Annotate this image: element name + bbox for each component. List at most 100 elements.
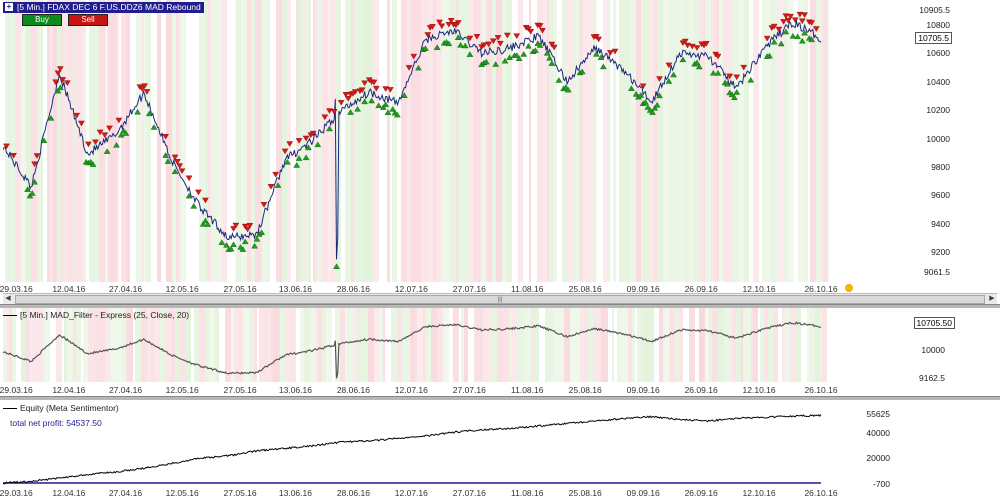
date-tick-label: 12.04.16 — [52, 385, 86, 395]
sell-button[interactable]: Sell — [68, 14, 108, 26]
last-filter-label: 10705.50 — [913, 317, 955, 329]
equity-plot-area[interactable] — [3, 400, 829, 486]
sell-marker — [740, 64, 748, 71]
sell-marker — [337, 100, 345, 106]
date-tick-label: 26.09.16 — [684, 488, 718, 498]
buy-marker — [218, 239, 226, 245]
filter-date-axis: 29.03.16 12.04.16 27.04.16 12.05.16 27.05.16… — [0, 384, 1000, 396]
price-y-tick-label: 9400 — [931, 218, 950, 229]
buy-marker — [415, 64, 422, 71]
equity-legend[interactable]: Equity (Meta Sentimentor) — [3, 403, 119, 413]
buy-marker — [525, 42, 532, 49]
filter-legend[interactable]: [5 Min.] MAD_Filter - Express (25, Close… — [3, 310, 189, 320]
sell-marker — [791, 17, 799, 24]
sell-marker — [64, 80, 71, 86]
buy-marker — [548, 60, 556, 66]
buy-marker — [789, 32, 797, 39]
price-y-axis[interactable]: 10905.5 10800 10600 10400 10200 10000 9800 9600… — [829, 0, 1000, 282]
buy-marker — [314, 141, 322, 148]
equity-y-axis[interactable]: 55625 40000 20000 -700 — [829, 400, 1000, 489]
scroll-right-icon[interactable]: ▶ — [987, 294, 997, 304]
equity-y-tick-label: 40000 — [866, 428, 890, 439]
sell-marker — [361, 80, 368, 87]
sell-marker — [295, 138, 303, 144]
instrument-title[interactable]: + [5 Min.] FDAX DEC 6 F.US.DDZ6 MAD Rebo… — [3, 2, 204, 13]
sell-marker — [178, 168, 186, 175]
price-plot-area[interactable] — [3, 0, 829, 282]
sell-marker — [3, 143, 10, 150]
buy-marker — [714, 70, 722, 76]
buy-marker — [520, 51, 528, 57]
sell-marker — [260, 202, 268, 208]
sell-marker — [106, 125, 113, 132]
sell-marker — [639, 83, 647, 90]
sell-marker — [202, 197, 209, 204]
price-panel: + [5 Min.] FDAX DEC 6 F.US.DDZ6 MAD Rebo… — [0, 0, 1000, 282]
buy-marker — [747, 76, 755, 83]
sell-marker — [321, 114, 329, 121]
sell-marker — [286, 141, 294, 147]
date-tick-label: 09.09.16 — [626, 385, 660, 395]
filter-series-line — [3, 321, 822, 379]
buy-marker — [368, 97, 375, 104]
buy-marker — [375, 102, 383, 109]
date-tick-label: 13.06.16 — [278, 385, 312, 395]
date-tick-label: 09.09.16 — [626, 488, 660, 498]
buy-marker — [190, 203, 198, 209]
sell-marker — [497, 40, 504, 47]
last-price-label: 10705.5 — [915, 32, 952, 45]
sell-marker — [267, 184, 275, 190]
sell-marker — [195, 189, 202, 196]
sell-marker — [539, 28, 546, 34]
sell-marker — [281, 148, 289, 155]
date-tick-label: 11.08.16 — [511, 488, 544, 498]
sell-marker — [693, 45, 701, 51]
buy-marker — [794, 33, 801, 40]
date-tick-label: 12.10.16 — [742, 385, 776, 395]
buy-marker — [592, 51, 600, 57]
buy-button[interactable]: Buy — [22, 14, 62, 26]
price-y-tick-label: 10905.5 — [919, 5, 950, 15]
filter-legend-text: [5 Min.] MAD_Filter - Express (25, Close… — [20, 310, 190, 320]
buy-marker — [546, 54, 553, 61]
equity-legend-text: Equity (Meta Sentimentor) — [20, 403, 119, 413]
sell-marker — [801, 12, 808, 18]
buy-marker — [457, 41, 464, 48]
sell-marker — [78, 120, 85, 127]
sell-marker — [763, 35, 771, 42]
date-tick-label: 12.07.16 — [394, 488, 428, 498]
date-tick-label: 25.08.16 — [568, 385, 602, 395]
buy-marker — [293, 162, 301, 168]
date-tick-label: 27.04.16 — [108, 385, 143, 395]
buy-marker — [770, 38, 778, 45]
sell-marker — [438, 23, 446, 30]
date-tick-label: 26.10.16 — [804, 488, 838, 498]
expand-icon[interactable]: + — [5, 3, 13, 11]
buy-marker — [599, 63, 607, 70]
equity-date-axis: 29.03.16 12.04.16 27.04.16 12.05.16 27.05.16… — [0, 487, 1000, 499]
price-y-tick-label: 10600 — [926, 48, 950, 59]
price-y-tick-label: 10400 — [926, 76, 950, 87]
buy-marker — [361, 98, 368, 105]
date-tick-label: 12.05.16 — [165, 385, 199, 395]
filter-panel: [5 Min.] MAD_Filter - Express (25, Close… — [0, 308, 1000, 383]
price-y-tick-label: 10800 — [926, 19, 950, 30]
price-y-tick-label: 9200 — [931, 247, 950, 258]
buy-marker — [777, 40, 785, 47]
total-net-profit: total net profit: 54537.50 — [10, 418, 102, 428]
date-tick-label: 28.06.16 — [336, 385, 370, 395]
sell-marker — [410, 53, 418, 60]
buy-marker — [492, 61, 500, 67]
sell-marker — [96, 129, 104, 136]
sell-marker — [85, 141, 92, 148]
scroll-thumb[interactable]: ||| — [15, 295, 985, 304]
sell-marker — [54, 70, 62, 77]
filter-y-tick-label: 10000 — [921, 345, 945, 356]
filter-y-axis[interactable]: 10000 9162.5 10705.50 — [829, 308, 1000, 383]
sell-marker — [595, 36, 603, 43]
date-tick-label: 27.05.16 — [223, 385, 257, 395]
buy-marker — [326, 125, 333, 132]
date-tick-label: 27.05.16 — [223, 488, 257, 498]
sell-marker — [372, 85, 380, 92]
scroll-left-icon[interactable]: ◀ — [3, 294, 13, 304]
